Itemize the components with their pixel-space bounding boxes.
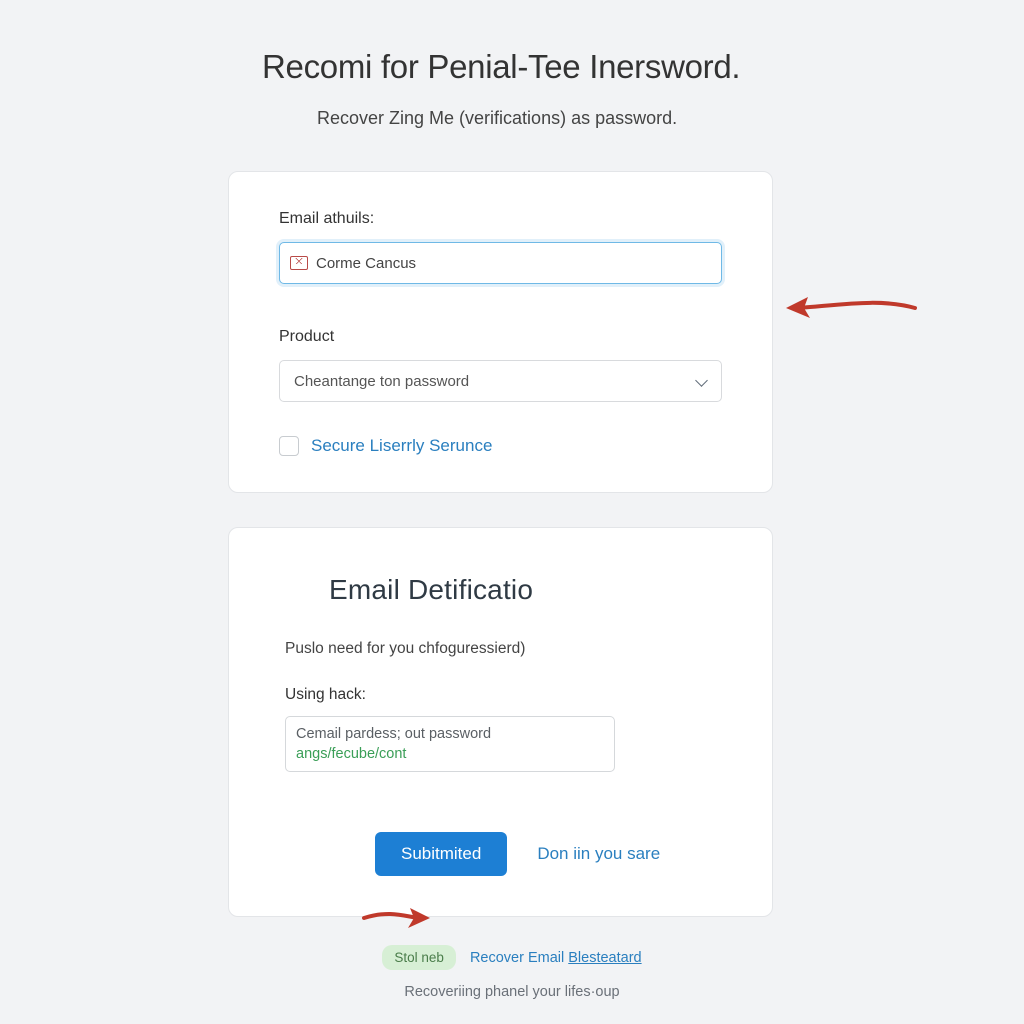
footer-link-prefix: Recover Email — [470, 950, 568, 966]
page-title: Recomi for Penial-Tee Inersword. — [262, 48, 807, 86]
email-input-wrap[interactable] — [279, 242, 722, 284]
footer-link-underlined: Blesteatard — [568, 950, 641, 966]
secure-checkbox-label[interactable]: Secure Liserrly Serunce — [311, 436, 492, 456]
secondary-link[interactable]: Don iin you sare — [537, 844, 660, 864]
footer-line2: Recoveriing phanel your lifes·oup — [404, 984, 619, 1000]
mail-icon — [290, 256, 308, 270]
card-verification: Email Detificatio Puslo need for you chf… — [228, 527, 773, 917]
product-select[interactable]: Cheantange ton password — [279, 360, 722, 402]
email-input[interactable] — [308, 255, 711, 272]
verification-title: Email Detificatio — [329, 574, 772, 606]
annotation-arrow-email — [780, 283, 920, 333]
page-subtitle: Recover Zing Me (verifications) as passw… — [317, 108, 807, 129]
verification-subtitle: Puslo need for you chfoguressierd) — [285, 640, 716, 658]
footer: Stol neb Recover Email Blesteatard Recov… — [0, 945, 1024, 1000]
using-label: Using hack: — [285, 686, 716, 704]
product-label: Product — [279, 328, 722, 346]
textarea-line2: angs/fecube/cont — [296, 745, 604, 765]
submit-button[interactable]: Subitmited — [375, 832, 507, 876]
chevron-down-icon — [695, 375, 707, 387]
footer-link[interactable]: Recover Email Blesteatard — [470, 950, 642, 966]
card-account: Email athuils: Product Cheantange ton pa… — [228, 171, 773, 493]
status-badge: Stol neb — [382, 945, 456, 970]
product-selected-value: Cheantange ton password — [294, 373, 469, 390]
secure-checkbox[interactable] — [279, 436, 299, 456]
textarea-line1: Cemail pardess; out password — [296, 725, 604, 745]
details-textarea[interactable]: Cemail pardess; out password angs/fecube… — [285, 716, 615, 772]
email-label: Email athuils: — [279, 210, 722, 228]
